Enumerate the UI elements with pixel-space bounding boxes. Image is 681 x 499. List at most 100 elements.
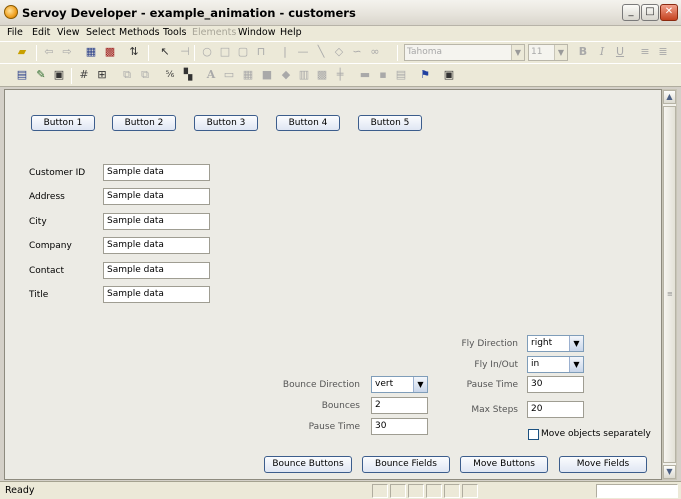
tab-sequence-icon[interactable]: ⅚ — [163, 68, 177, 82]
tabpanel-tool-icon[interactable]: ⊓ — [254, 45, 268, 59]
ellipse-tool-icon[interactable]: ○ — [200, 45, 214, 59]
button-1[interactable]: Button 1 — [31, 115, 95, 131]
chevron-down-icon: ▼ — [554, 45, 567, 60]
pointer-select-icon[interactable]: ↖ — [158, 45, 172, 59]
contact-label: Contact — [29, 266, 65, 276]
customer-id-field[interactable]: Sample data — [103, 164, 210, 181]
button-4[interactable]: Button 4 — [276, 115, 340, 131]
flag-icon[interactable]: ⚑ — [418, 68, 432, 82]
open-folder-icon[interactable]: ▰ — [15, 45, 29, 59]
font-size-select[interactable]: 11 ▼ — [528, 44, 568, 61]
bounces-label: Bounces — [321, 401, 360, 411]
bounce-direction-select[interactable]: vert ▼ — [371, 376, 428, 393]
menu-select[interactable]: Select — [86, 27, 115, 38]
title-field[interactable]: Sample data — [103, 286, 210, 303]
form-delete-icon[interactable]: ▩ — [103, 45, 117, 59]
freehand-tool-icon[interactable]: ∞ — [368, 45, 382, 59]
send-backward-icon[interactable]: ⧉ — [138, 68, 152, 82]
font-family-select[interactable]: Tahoma ▼ — [404, 44, 525, 61]
scroll-down-icon[interactable]: ▼ — [663, 465, 676, 479]
scroll-up-icon[interactable]: ▲ — [663, 90, 676, 104]
address-field[interactable]: Sample data — [103, 188, 210, 205]
bring-forward-icon[interactable]: ⧉ — [120, 68, 134, 82]
customer-id-label: Customer ID — [29, 168, 86, 178]
sort-icon[interactable]: ⇅ — [127, 45, 141, 59]
horizontal-line-icon[interactable]: — — [296, 45, 310, 59]
form-properties-icon[interactable]: ▤ — [15, 68, 29, 82]
portal-tool-icon[interactable]: ▥ — [297, 68, 311, 82]
diagonal-line-icon[interactable]: ╲ — [314, 45, 328, 59]
status-panel — [462, 484, 478, 498]
bounce-fields-button[interactable]: Bounce Fields — [362, 456, 450, 473]
button-5[interactable]: Button 5 — [358, 115, 422, 131]
form-canvas[interactable]: Button 1 Button 2 Button 3 Button 4 Butt… — [4, 89, 662, 480]
rounded-rect-tool-icon[interactable]: ▢ — [236, 45, 250, 59]
fly-inout-select[interactable]: in ▼ — [527, 356, 584, 373]
italic-button[interactable]: I — [595, 45, 609, 59]
bounces-field[interactable]: 2 — [371, 397, 428, 414]
toolbar-separator — [71, 68, 72, 84]
contact-field[interactable]: Sample data — [103, 262, 210, 279]
form-edit-icon[interactable]: ▦ — [84, 45, 98, 59]
bounce-pause-time-field[interactable]: 30 — [371, 418, 428, 435]
vertical-scrollbar[interactable]: ▲ ≡ ▼ — [662, 89, 677, 480]
menu-methods[interactable]: Methods — [119, 27, 160, 38]
back-arrow-icon[interactable]: ⇦ — [42, 45, 56, 59]
preview-icon[interactable]: ▣ — [442, 68, 456, 82]
rectangle-tool-icon[interactable]: □ — [218, 45, 232, 59]
save-icon[interactable]: ▣ — [52, 68, 66, 82]
city-field[interactable]: Sample data — [103, 213, 210, 230]
toolbar-separator — [194, 45, 195, 61]
bold-button[interactable]: B — [576, 45, 590, 59]
bean-tool-icon[interactable]: ▩ — [315, 68, 329, 82]
bounce-buttons-button[interactable]: Bounce Buttons — [264, 456, 352, 473]
menu-edit[interactable]: Edit — [32, 27, 50, 38]
same-height-icon[interactable]: ▪ — [376, 68, 390, 82]
field-tool-icon[interactable]: ▭ — [222, 68, 236, 82]
menu-view[interactable]: View — [57, 27, 80, 38]
edit-script-icon[interactable]: ✎ — [34, 68, 48, 82]
menu-window[interactable]: Window — [238, 27, 275, 38]
vertical-line-icon[interactable]: | — [278, 45, 292, 59]
fly-direction-select[interactable]: right ▼ — [527, 335, 584, 352]
underline-button[interactable]: U — [613, 45, 627, 59]
split-pane-icon[interactable]: ╪ — [333, 68, 347, 82]
menu-help[interactable]: Help — [280, 27, 302, 38]
close-button[interactable]: ✕ — [660, 4, 678, 21]
maximize-button[interactable]: □ — [641, 4, 659, 21]
toolbar-row-2: ▤ ✎ ▣ # ⊞ ⧉ ⧉ ⅚ ▚ A ▭ ▦ ■ ◆ ▥ ▩ ╪ ▬ ▪ ▤ … — [0, 63, 681, 87]
align-left-icon[interactable]: ≡ — [638, 45, 652, 59]
curve-tool-icon[interactable]: ∽ — [350, 45, 364, 59]
button-tool-icon[interactable]: ■ — [260, 68, 274, 82]
button-3[interactable]: Button 3 — [194, 115, 258, 131]
same-width-icon[interactable]: ▬ — [358, 68, 372, 82]
menu-bar: File Edit View Select Methods Tools Elem… — [0, 26, 681, 41]
max-steps-field[interactable]: 20 — [527, 401, 584, 418]
grid-icon[interactable]: # — [77, 68, 91, 82]
minimize-button[interactable]: _ — [622, 4, 640, 21]
tab-stop-icon[interactable]: ⊣ — [178, 45, 192, 59]
forward-arrow-icon[interactable]: ⇨ — [60, 45, 74, 59]
company-field[interactable]: Sample data — [103, 237, 210, 254]
move-separately-checkbox[interactable] — [528, 429, 539, 440]
status-bar: Ready — [0, 481, 681, 499]
fly-pause-time-field[interactable]: 30 — [527, 376, 584, 393]
font-size-value: 11 — [531, 47, 543, 57]
snap-to-grid-icon[interactable]: ⊞ — [95, 68, 109, 82]
group-icon[interactable]: ▚ — [181, 68, 195, 82]
move-buttons-button[interactable]: Move Buttons — [460, 456, 548, 473]
shape-tool-icon[interactable]: ◆ — [279, 68, 293, 82]
image-tool-icon[interactable]: ▦ — [241, 68, 255, 82]
polygon-tool-icon[interactable]: ◇ — [332, 45, 346, 59]
label-tool-icon[interactable]: A — [204, 68, 218, 82]
menu-file[interactable]: File — [7, 27, 23, 38]
menu-tools[interactable]: Tools — [163, 27, 186, 38]
title-label: Title — [29, 290, 49, 300]
align-justify-icon[interactable]: ≣ — [656, 45, 670, 59]
servoy-app-icon — [4, 5, 18, 19]
toolbar-separator — [148, 45, 149, 61]
button-2[interactable]: Button 2 — [112, 115, 176, 131]
move-fields-button[interactable]: Move Fields — [559, 456, 647, 473]
distribute-icon[interactable]: ▤ — [394, 68, 408, 82]
scroll-thumb[interactable]: ≡ — [663, 106, 676, 463]
